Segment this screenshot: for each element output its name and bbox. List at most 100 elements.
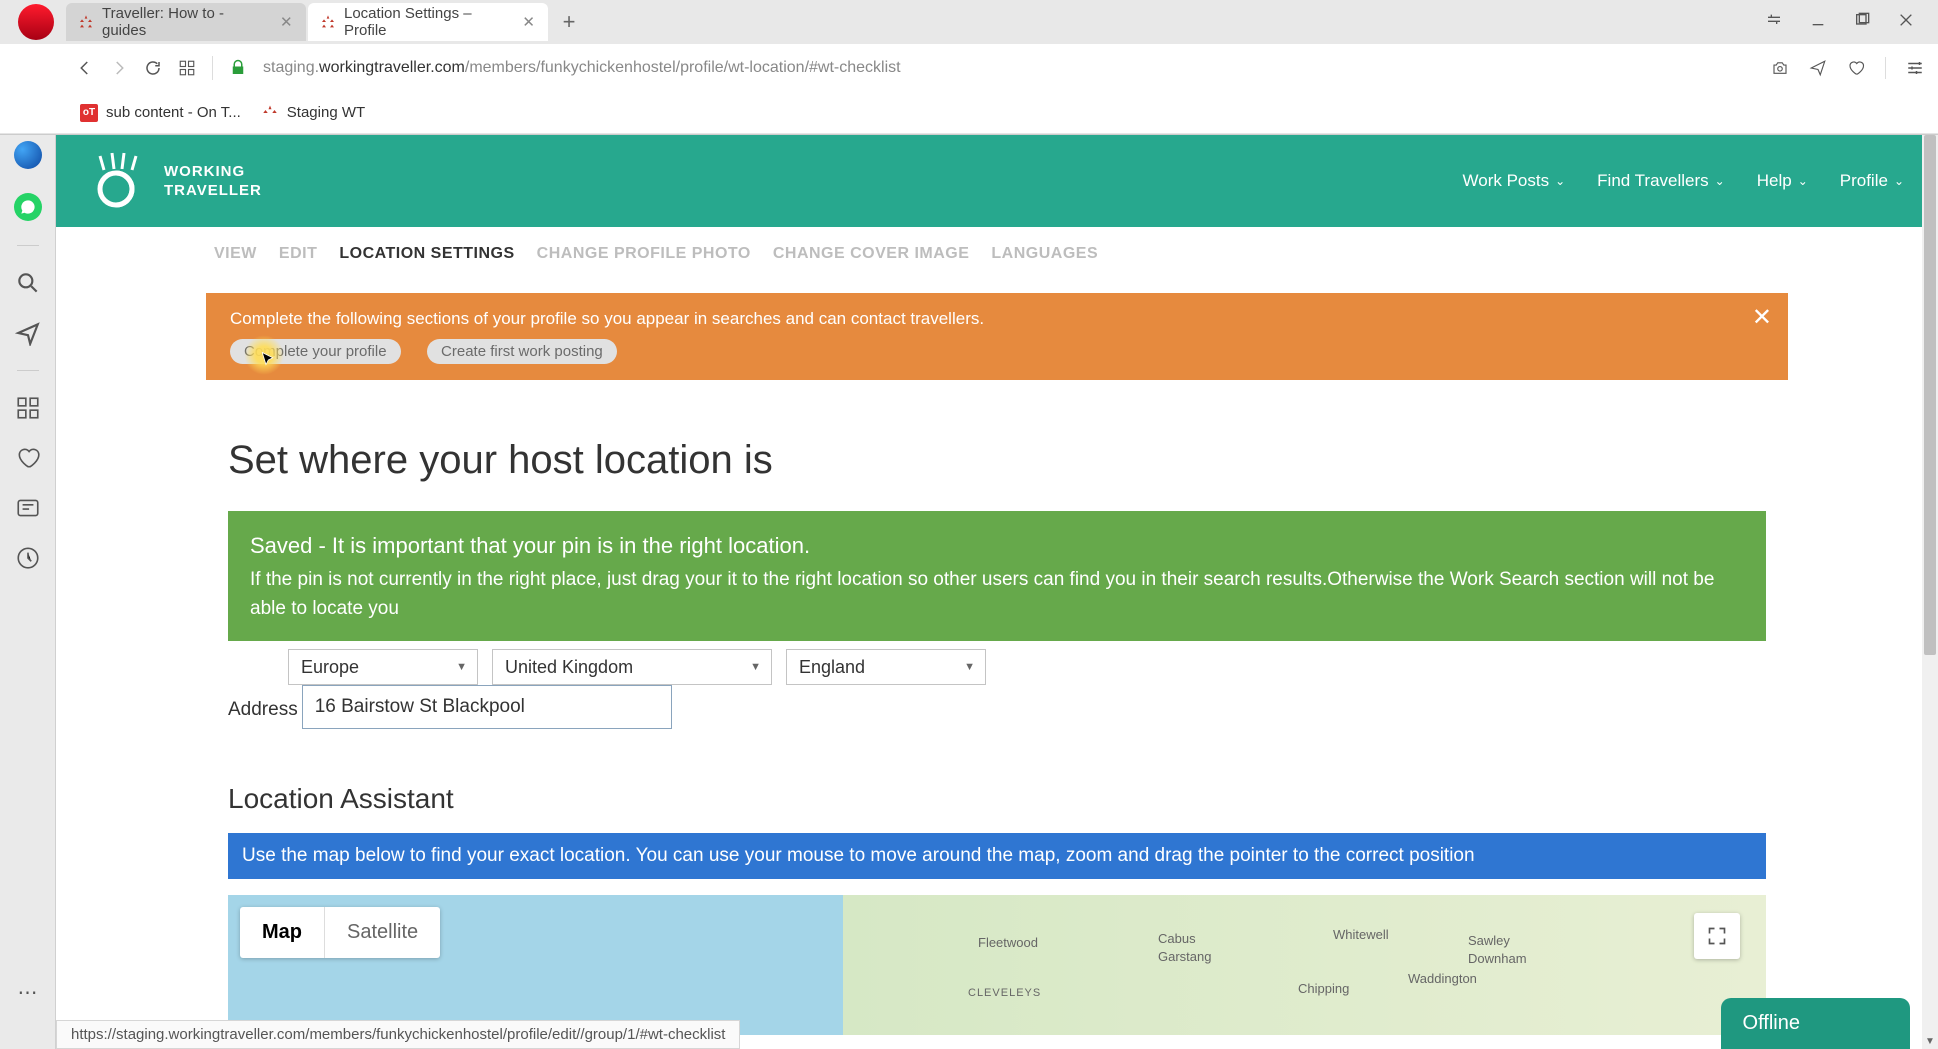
easy-setup-icon[interactable] (1766, 12, 1782, 33)
nav-back-button[interactable] (76, 59, 94, 77)
page-content: WORKING TRAVELLER Work Posts⌄ Find Trave… (56, 135, 1938, 1049)
bookmark-favicon-icon: oT (80, 104, 98, 122)
region-select[interactable]: England▼ (786, 649, 986, 685)
send-icon[interactable] (1809, 57, 1827, 79)
chevron-down-icon: ⌄ (1715, 174, 1725, 188)
map-place-label: Downham (1468, 951, 1527, 966)
logo-mark-icon (90, 151, 150, 211)
bookmark-favicon-icon (261, 104, 279, 122)
lock-icon[interactable] (229, 59, 247, 77)
fullscreen-button[interactable] (1694, 913, 1740, 959)
bookmark-item[interactable]: Staging WT (261, 104, 365, 122)
tab-edit[interactable]: EDIT (279, 245, 317, 263)
messenger-icon[interactable] (14, 141, 42, 169)
site-logo[interactable]: WORKING TRAVELLER (90, 151, 262, 211)
tab-close-icon[interactable]: ✕ (522, 13, 536, 31)
heart-icon[interactable] (1847, 57, 1865, 79)
complete-profile-button[interactable]: Complete your profile (230, 339, 401, 364)
speed-dial-icon[interactable] (15, 395, 41, 421)
profile-tabs: VIEW EDIT LOCATION SETTINGS CHANGE PROFI… (56, 227, 1938, 281)
scrollbar-down-icon[interactable]: ▼ (1922, 1033, 1938, 1049)
tab-change-photo[interactable]: CHANGE PROFILE PHOTO (537, 245, 751, 263)
window-minimize-icon[interactable] (1810, 12, 1826, 33)
chevron-down-icon: ⌄ (1555, 174, 1565, 188)
bookmark-label: Staging WT (287, 104, 365, 121)
tab-change-cover[interactable]: CHANGE COVER IMAGE (773, 245, 970, 263)
map-type-satellite-button[interactable]: Satellite (324, 907, 440, 958)
tab-location-settings[interactable]: LOCATION SETTINGS (339, 245, 514, 263)
nav-find-travellers[interactable]: Find Travellers⌄ (1597, 171, 1725, 191)
browser-tab[interactable]: Traveller: How to - guides ✕ (66, 3, 306, 41)
banner-message: Complete the following sections of your … (230, 309, 1764, 329)
snapshot-icon[interactable] (1771, 57, 1789, 79)
workspace: ⋯ WORKING TRAVELLER Work Posts⌄ Find Tra… (0, 135, 1938, 1049)
browser-chrome: Traveller: How to - guides ✕ Location Se… (0, 0, 1938, 135)
url-display[interactable]: staging.workingtraveller.com/members/fun… (263, 59, 1755, 77)
map-place-label: Whitewell (1333, 927, 1389, 942)
country-select[interactable]: United Kingdom▼ (492, 649, 772, 685)
site-header: WORKING TRAVELLER Work Posts⌄ Find Trave… (56, 135, 1938, 227)
tab-view[interactable]: VIEW (214, 245, 257, 263)
nav-forward-button[interactable] (110, 59, 128, 77)
address-input[interactable] (302, 685, 672, 729)
history-icon[interactable] (15, 545, 41, 571)
tabs-bar: Traveller: How to - guides ✕ Location Se… (0, 0, 1938, 44)
status-bar: https://staging.workingtraveller.com/mem… (56, 1020, 740, 1049)
map-place-label: CLEVELEYS (968, 987, 1041, 999)
alert-title: Saved - It is important that your pin is… (250, 529, 1744, 562)
nav-work-posts[interactable]: Work Posts⌄ (1463, 171, 1566, 191)
more-icon[interactable]: ⋯ (18, 980, 38, 1005)
left-sidebar: ⋯ (0, 135, 56, 1049)
browser-tab-active[interactable]: Location Settings – Profile ✕ (308, 3, 548, 41)
reload-button[interactable] (144, 59, 162, 77)
create-posting-button[interactable]: Create first work posting (427, 339, 617, 364)
speed-dial-icon[interactable] (178, 59, 196, 77)
flow-icon[interactable] (15, 320, 41, 346)
separator (17, 370, 39, 371)
completion-banner: ✕ Complete the following sections of you… (206, 293, 1788, 380)
bookmarks-heart-icon[interactable] (15, 445, 41, 471)
chevron-down-icon: ▼ (964, 661, 975, 673)
map-place-label: Chipping (1298, 981, 1349, 996)
scrollbar-thumb[interactable] (1924, 135, 1936, 655)
continent-select[interactable]: Europe▼ (288, 649, 478, 685)
banner-close-button[interactable]: ✕ (1752, 303, 1772, 332)
nav-help[interactable]: Help⌄ (1757, 171, 1808, 191)
chevron-down-icon: ⌄ (1798, 174, 1808, 188)
separator (17, 245, 39, 246)
bookmark-label: sub content - On T... (106, 104, 241, 121)
opera-logo[interactable] (18, 4, 54, 40)
easy-setup-icon[interactable] (1906, 57, 1924, 79)
window-close-icon[interactable] (1898, 12, 1914, 33)
map-type-control: Map Satellite (240, 907, 440, 958)
tab-languages[interactable]: LANGUAGES (991, 245, 1098, 263)
top-nav: Work Posts⌄ Find Travellers⌄ Help⌄ Profi… (1463, 171, 1904, 191)
nav-profile[interactable]: Profile⌄ (1840, 171, 1904, 191)
chat-widget[interactable]: Offline (1721, 998, 1910, 1049)
saved-alert: Saved - It is important that your pin is… (228, 511, 1766, 641)
map-type-map-button[interactable]: Map (240, 907, 324, 958)
news-icon[interactable] (15, 495, 41, 521)
tab-title: Location Settings – Profile (344, 5, 514, 39)
site-favicon-icon (320, 14, 336, 30)
new-tab-button[interactable]: + (556, 9, 582, 35)
scrollbar[interactable]: ▼ (1922, 135, 1938, 1049)
map[interactable]: Map Satellite Fleetwood CLEVELEYS Cabus … (228, 895, 1766, 1035)
page-heading: Set where your host location is (228, 438, 1938, 483)
location-assistant-heading: Location Assistant (228, 783, 1938, 815)
site-favicon-icon (78, 14, 94, 30)
search-icon[interactable] (15, 270, 41, 296)
chevron-down-icon: ⌄ (1894, 174, 1904, 188)
bookmark-item[interactable]: oT sub content - On T... (80, 104, 241, 122)
whatsapp-icon[interactable] (14, 193, 42, 221)
map-place-label: Garstang (1158, 949, 1211, 964)
map-place-label: Cabus (1158, 931, 1196, 946)
chevron-down-icon: ▼ (750, 661, 761, 673)
chevron-down-icon: ▼ (456, 661, 467, 673)
window-controls (1766, 12, 1938, 33)
alert-body: If the pin is not currently in the right… (250, 566, 1744, 623)
map-place-label: Fleetwood (978, 935, 1038, 950)
window-maximize-icon[interactable] (1854, 12, 1870, 33)
tab-close-icon[interactable]: ✕ (280, 13, 294, 31)
logo-text: WORKING TRAVELLER (164, 162, 262, 201)
